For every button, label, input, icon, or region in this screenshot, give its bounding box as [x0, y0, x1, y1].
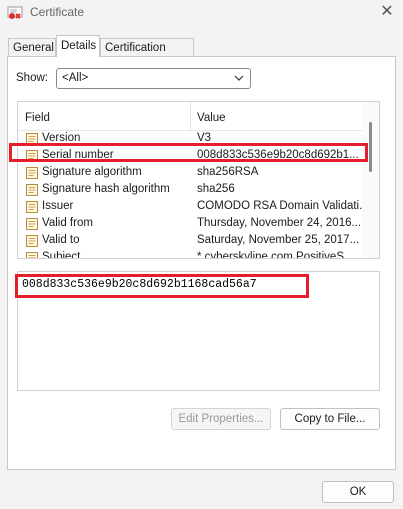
certificate-field-icon — [25, 217, 39, 231]
field-name: Valid to — [42, 234, 80, 246]
field-name: Signature algorithm — [42, 166, 142, 178]
list-item-signature-algorithm[interactable]: Signature algorithm sha256RSA — [18, 165, 373, 182]
fields-list[interactable]: Field Value Version V3 Serial number 008… — [17, 101, 380, 259]
show-label: Show: — [16, 72, 48, 84]
field-value: Thursday, November 24, 2016... — [197, 217, 362, 229]
edit-properties-button[interactable]: Edit Properties... — [171, 408, 271, 430]
list-scrollbar-thumb[interactable] — [369, 122, 372, 172]
column-header-value[interactable]: Value — [197, 112, 226, 124]
window-title: Certificate — [30, 5, 85, 19]
certificate-field-icon — [25, 251, 39, 258]
tab-details[interactable]: Details — [56, 35, 100, 57]
serial-value-highlight — [15, 274, 309, 298]
field-value: sha256RSA — [197, 166, 259, 178]
tab-general[interactable]: General — [8, 38, 56, 56]
chevron-down-icon — [234, 71, 244, 88]
list-item-valid-from[interactable]: Valid from Thursday, November 24, 2016..… — [18, 216, 373, 233]
list-header: Field Value — [18, 102, 373, 131]
column-header-field[interactable]: Field — [25, 112, 50, 124]
field-value: Saturday, November 25, 2017... — [197, 234, 360, 246]
list-item-signature-hash-algorithm[interactable]: Signature hash algorithm sha256 — [18, 182, 373, 199]
certificate-field-icon — [25, 166, 39, 180]
show-dropdown-value: <All> — [62, 72, 89, 84]
show-dropdown[interactable]: <All> — [56, 68, 251, 89]
ok-button[interactable]: OK — [322, 481, 394, 503]
list-item-valid-to[interactable]: Valid to Saturday, November 25, 2017... — [18, 233, 373, 250]
list-item-subject[interactable]: Subject * cyberskyline com PositiveS... — [18, 250, 373, 259]
tab-certification-path[interactable]: Certification Path — [100, 38, 194, 68]
close-icon[interactable]: ✕ — [377, 2, 397, 22]
certificate-field-icon — [25, 200, 39, 214]
certificate-field-icon — [25, 183, 39, 197]
copy-to-file-button[interactable]: Copy to File... — [280, 408, 380, 430]
serial-number-highlight — [9, 143, 368, 162]
field-name: Valid from — [42, 217, 93, 229]
field-name: Signature hash algorithm — [42, 183, 170, 195]
certificate-field-icon — [25, 234, 39, 248]
field-value: * cyberskyline com PositiveS... — [197, 251, 354, 259]
field-name: Issuer — [42, 200, 74, 212]
field-name: Subject — [42, 251, 81, 259]
column-divider[interactable] — [190, 102, 191, 130]
list-item-issuer[interactable]: Issuer COMODO RSA Domain Validati... — [18, 199, 373, 216]
field-value: sha256 — [197, 183, 235, 195]
field-value: COMODO RSA Domain Validati... — [197, 200, 369, 212]
certificate-icon — [7, 5, 23, 21]
